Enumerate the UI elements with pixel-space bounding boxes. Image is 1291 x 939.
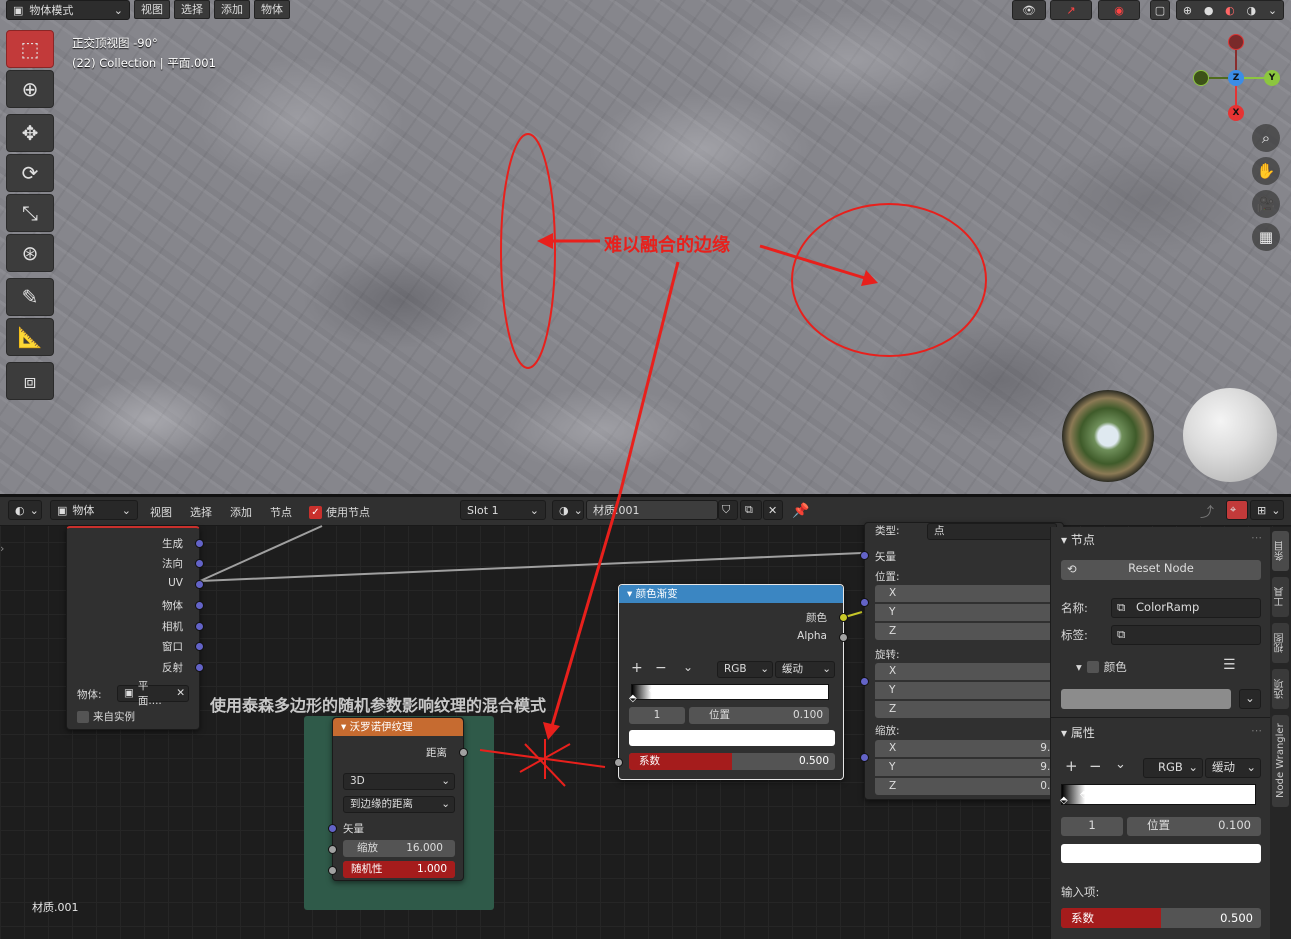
chevron-down-icon[interactable]: ⌄ [1115,757,1126,772]
color-mode-select[interactable]: RGB ⌄ [1143,758,1203,778]
annotation-label-edges: 难以融合的边缘 [604,235,730,256]
tab-options[interactable]: 选项 [1272,669,1289,709]
interpolation-select[interactable]: 缓动 ⌄ [1205,758,1261,778]
tab-node-wrangler[interactable]: Node Wrangler [1272,715,1289,807]
tab-item[interactable]: 条目 [1272,531,1289,571]
stop-marker-0-icon[interactable]: ⬘ [1060,795,1068,806]
checkbox-icon[interactable] [1086,661,1099,673]
stop-index-field[interactable]: 1 [1061,817,1123,836]
factor-value: 0.500 [1220,911,1253,925]
factor-label: 系数 [1071,911,1094,925]
reset-node-button[interactable]: ⟲ Reset Node [1061,560,1261,580]
label-label: 标签: [1061,628,1088,642]
label-field[interactable]: ⧉ [1111,625,1261,645]
interpolation-value: 缓动 [1212,760,1235,774]
collapse-arrow-icon[interactable]: ▾ [1061,726,1067,740]
add-stop-icon[interactable]: + [1065,757,1078,775]
stop-marker-1-icon[interactable]: ⬘ [1080,789,1088,800]
name-label: 名称: [1061,601,1088,615]
color-ramp-gradient[interactable] [1061,784,1256,805]
drag-handle-icon[interactable]: ⋯ [1251,724,1262,737]
node-icon: ⧉ [1117,600,1126,614]
reset-node-label: Reset Node [1128,561,1194,575]
sidebar-tabs: 条目 工具 视图 选项 Node Wrangler [1270,527,1291,939]
name-value: ColorRamp [1136,600,1200,614]
chevron-down-icon: ⌄ [1246,760,1256,774]
material-footer-label: 材质.001 [32,901,79,914]
tab-view[interactable]: 视图 [1272,623,1289,663]
node-sidebar: ▾ 节点 ⋯ ⟲ Reset Node 名称: ⧉ ColorRamp 标签: … [1050,527,1271,939]
inputs-label: 输入项: [1061,885,1100,899]
annotation-overlay-2 [479,494,622,787]
collapse-arrow-icon[interactable]: ▾ [1076,660,1082,674]
chevron-down-icon: ⌄ [1245,691,1255,705]
3d-viewport[interactable]: ▣ 物体模式 ⌄ 视图 选择 添加 物体 👁 ↗ ◉ ▢ ⊕ ● ◐ ◑ ⌄ 正… [0,0,1291,494]
name-field[interactable]: ⧉ ColorRamp [1111,598,1261,618]
node-panel-title: 节点 [1070,533,1095,547]
color-subpanel-header[interactable]: ▾ 颜色 [1076,659,1127,675]
list-icon[interactable]: ☰ [1223,657,1236,673]
properties-panel-header[interactable]: ▾ 属性 [1061,724,1095,741]
properties-panel-title: 属性 [1070,726,1095,740]
stop-position-field[interactable]: 位置 0.100 [1127,817,1261,836]
position-value: 0.100 [1218,818,1251,832]
expand-toolbar-icon[interactable]: › [0,542,4,555]
collapse-arrow-icon[interactable]: ▾ [1061,533,1067,547]
node-panel-header[interactable]: ▾ 节点 [1061,531,1095,548]
color-preset-button[interactable]: ⌄ [1239,689,1261,709]
position-label: 位置 [1147,818,1170,832]
node-icon: ⧉ [1117,627,1126,641]
color-mode-value: RGB [1158,760,1183,774]
tab-tool[interactable]: 工具 [1272,577,1289,617]
refresh-icon: ⟲ [1067,562,1077,576]
stop-color-swatch[interactable] [1061,844,1261,863]
remove-stop-icon[interactable]: − [1089,757,1102,775]
node-color-swatch[interactable] [1061,689,1231,709]
divider [1051,717,1271,718]
chevron-down-icon: ⌄ [1188,760,1198,774]
color-label: 颜色 [1103,660,1127,674]
drag-handle-icon[interactable]: ⋯ [1251,531,1262,544]
factor-slider[interactable]: 系数 0.500 [1061,908,1261,928]
